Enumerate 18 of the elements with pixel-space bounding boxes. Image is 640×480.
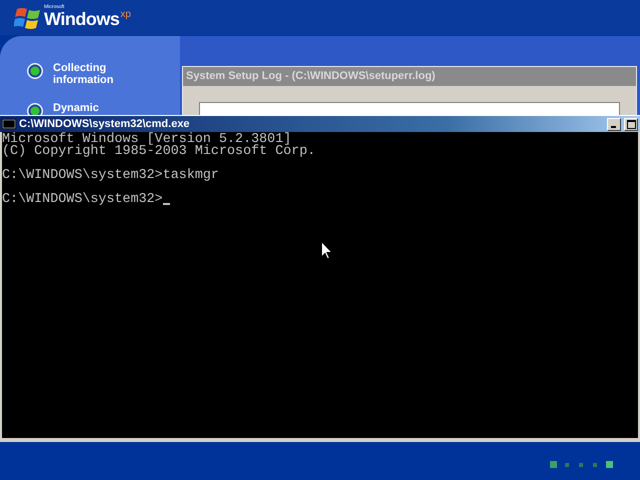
- maximize-button[interactable]: [624, 118, 638, 130]
- logo-name: Windows: [44, 10, 120, 29]
- mouse-pointer-icon: [321, 241, 333, 260]
- dialog-title: System Setup Log - (C:\WINDOWS\setuperr.log): [183, 67, 636, 86]
- minimize-button[interactable]: [607, 118, 621, 130]
- console-icon: [2, 119, 16, 129]
- maximize-icon: [626, 120, 636, 128]
- progress-indicator-icon: [550, 461, 614, 469]
- step-bullet-icon: [26, 62, 44, 80]
- step-label: Collecting information: [53, 62, 114, 86]
- logo-edition: xp: [120, 9, 131, 20]
- console-line: C:\WINDOWS\system32>taskmgr: [2, 170, 219, 182]
- window-title: C:\WINDOWS\system32\cmd.exe: [19, 118, 191, 130]
- text-cursor: [162, 203, 170, 205]
- flag-icon: [14, 6, 42, 30]
- step-label: Dynamic: [53, 102, 100, 114]
- console-line: (C) Copyright 1985-2003 Microsoft Corp.: [2, 146, 316, 158]
- console-line: C:\WINDOWS\system32>: [2, 194, 163, 206]
